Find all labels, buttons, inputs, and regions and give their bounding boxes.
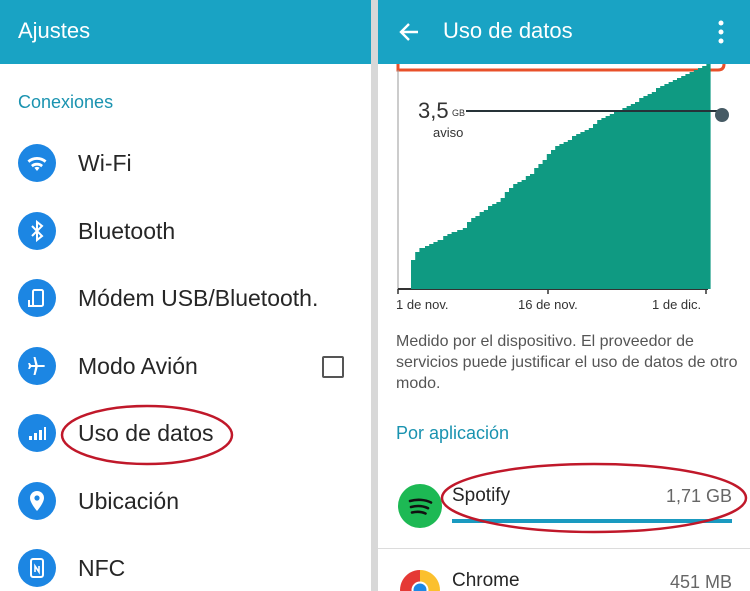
airplane-mode-checkbox[interactable] xyxy=(322,356,344,378)
data-usage-icon xyxy=(18,414,56,452)
x-tick-label: 16 de nov. xyxy=(518,297,578,312)
menu-label-data-usage: Uso de datos xyxy=(78,420,214,446)
menu-item-wifi[interactable]: Wi-Fi xyxy=(0,134,371,194)
menu-item-tethering[interactable]: Módem USB/Bluetooth. xyxy=(0,269,371,329)
screenshot: Ajustes Conexiones Wi-Fi Bluetooth Módem… xyxy=(0,0,750,591)
menu-label-tethering: Módem USB/Bluetooth. xyxy=(78,285,319,311)
data-usage-panel: Uso de datos 3,5 GB aviso 1 de nov. 16 d… xyxy=(378,0,750,591)
x-tick-label: 1 de nov. xyxy=(396,297,449,312)
limit-handle[interactable] xyxy=(715,108,729,122)
bluetooth-icon xyxy=(18,212,56,250)
app-name-chrome: Chrome xyxy=(452,570,520,591)
app-name-spotify: Spotify xyxy=(452,485,511,506)
location-icon xyxy=(18,482,56,520)
app-size-spotify: 1,71 GB xyxy=(665,486,732,506)
settings-appbar: Ajustes xyxy=(0,0,371,64)
data-usage-appbar: Uso de datos xyxy=(378,0,750,64)
settings-title: Ajustes xyxy=(18,18,91,43)
menu-label-wifi: Wi-Fi xyxy=(78,150,132,176)
menu-label-bluetooth: Bluetooth xyxy=(78,218,176,244)
airplane-icon xyxy=(18,347,56,385)
limit-unit: GB xyxy=(452,108,465,118)
limit-value: 3,5 xyxy=(418,98,449,123)
app-usage-bar-spotify xyxy=(452,519,732,523)
menu-item-location[interactable]: Ubicación xyxy=(0,472,371,532)
row-separator xyxy=(378,548,750,549)
back-arrow-icon[interactable] xyxy=(396,18,422,46)
nfc-icon xyxy=(18,549,56,587)
x-tick-label: 1 de dic. xyxy=(652,297,701,312)
spotify-icon xyxy=(398,484,442,528)
data-usage-chart: 3,5 GB aviso 1 de nov. 16 de nov. 1 de d… xyxy=(378,63,750,324)
menu-item-nfc[interactable]: NFC xyxy=(0,539,371,591)
usage-area xyxy=(411,64,711,289)
by-app-heading: Por aplicación xyxy=(396,423,510,443)
menu-label-airplane: Modo Avión xyxy=(78,353,198,379)
usage-chart-svg: 3,5 GB aviso 1 de nov. 16 de nov. 1 de d… xyxy=(396,63,729,312)
wifi-icon xyxy=(18,144,56,182)
app-row-spotify[interactable]: Spotify 1,71 GB xyxy=(378,472,750,548)
tethering-icon xyxy=(18,279,56,317)
menu-item-airplane[interactable]: Modo Avión xyxy=(0,337,371,397)
menu-item-data-usage[interactable]: Uso de datos xyxy=(0,404,371,464)
warning-limit-line xyxy=(396,63,726,72)
menu-label-nfc: NFC xyxy=(78,555,126,581)
overflow-menu-icon[interactable] xyxy=(714,18,728,46)
usage-description: Medido por el dispositivo. El proveedor … xyxy=(396,333,738,392)
chrome-icon xyxy=(398,568,442,591)
panel-divider xyxy=(371,0,378,591)
limit-label: aviso xyxy=(433,125,463,140)
app-row-chrome[interactable]: Chrome 451 MB xyxy=(378,556,750,591)
settings-panel: Ajustes Conexiones Wi-Fi Bluetooth Módem… xyxy=(0,0,371,591)
menu-label-location: Ubicación xyxy=(78,488,179,514)
data-usage-title: Uso de datos xyxy=(443,18,573,43)
menu-item-bluetooth[interactable]: Bluetooth xyxy=(0,202,371,262)
section-conexiones: Conexiones xyxy=(18,92,114,112)
app-size-chrome: 451 MB xyxy=(669,572,732,591)
